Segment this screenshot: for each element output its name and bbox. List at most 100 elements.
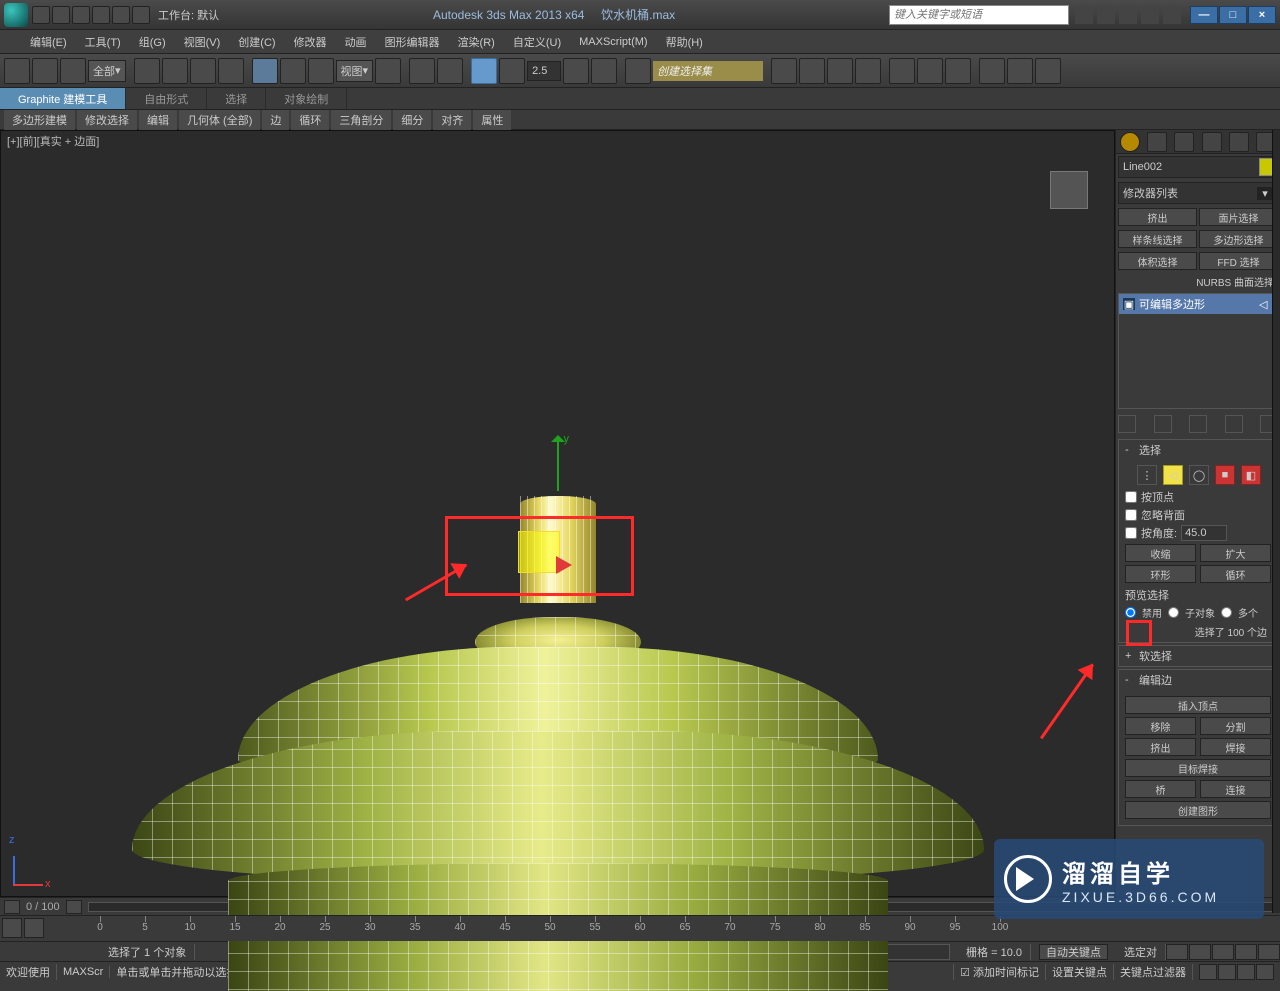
maximize-button[interactable]: □ — [1219, 6, 1247, 24]
chk-by-vertex[interactable] — [1125, 491, 1137, 503]
window-crossing-icon[interactable] — [218, 58, 244, 84]
ruler-track[interactable]: 0510152025303540455055606570758085909510… — [100, 916, 1280, 941]
viewport-label[interactable]: [+][前][真实 + 边面] — [7, 133, 99, 149]
selected-set-link[interactable]: 选定对 — [1116, 944, 1166, 960]
btn-loop[interactable]: 循环 — [1200, 565, 1271, 583]
autokey-button[interactable]: 自动关键点 — [1039, 944, 1108, 960]
remove-modifier-icon[interactable] — [1225, 415, 1243, 433]
mirror-icon[interactable] — [771, 58, 797, 84]
menu-modifiers[interactable]: 修改器 — [294, 34, 327, 50]
nurbs-surf-select-label[interactable]: NURBS 曲面选择 — [1116, 272, 1280, 291]
viewport[interactable]: [+][前][真实 + 边面] y z x — [0, 130, 1115, 897]
btn-poly-select[interactable]: 多边形选择 — [1199, 230, 1278, 248]
snap-toggle-icon[interactable] — [471, 58, 497, 84]
timeslider-next-icon[interactable] — [66, 900, 82, 914]
rsub-loop[interactable]: 循环 — [291, 110, 329, 130]
tab-display-icon[interactable] — [1229, 132, 1249, 152]
keyboard-shortcut-icon[interactable] — [437, 58, 463, 84]
angle-snap-value[interactable]: 2.5 — [527, 61, 561, 81]
rsub-tri[interactable]: 三角剖分 — [331, 110, 391, 130]
material-editor-icon[interactable] — [945, 58, 971, 84]
percent-snap-icon[interactable] — [563, 58, 589, 84]
rollout-soft-header[interactable]: +软选择 — [1119, 646, 1277, 666]
bind-spacewarp-icon[interactable] — [60, 58, 86, 84]
graphite-toggle-icon[interactable] — [855, 58, 881, 84]
maxscript-label[interactable]: MAXScr — [57, 966, 110, 978]
btn-bridge[interactable]: 桥 — [1125, 780, 1196, 798]
layers-icon[interactable] — [827, 58, 853, 84]
select-object-icon[interactable] — [134, 58, 160, 84]
menu-customize[interactable]: 自定义(U) — [513, 34, 561, 50]
rollout-edit-edges-header[interactable]: -编辑边 — [1119, 670, 1277, 690]
menu-views[interactable]: 视图(V) — [184, 34, 221, 50]
select-move-icon[interactable] — [252, 58, 278, 84]
prev-frame-icon[interactable] — [1189, 944, 1211, 960]
modifier-stack[interactable]: ▣ 可编辑多边形 ◁ — [1118, 293, 1278, 409]
named-selection-dropdown[interactable]: 创建选择集 — [653, 61, 763, 81]
btn-ring[interactable]: 环形 — [1125, 565, 1196, 583]
btn-face-select[interactable]: 面片选择 — [1199, 208, 1278, 226]
select-by-name-icon[interactable] — [162, 58, 188, 84]
select-link-icon[interactable] — [4, 58, 30, 84]
help-search-input[interactable] — [889, 5, 1069, 25]
curve-editor-icon[interactable] — [889, 58, 915, 84]
stack-expand-icon[interactable]: ▣ — [1123, 298, 1135, 310]
app-icon[interactable] — [4, 3, 28, 27]
btn-vol-select[interactable]: 体积选择 — [1118, 252, 1197, 270]
schematic-view-icon[interactable] — [917, 58, 943, 84]
pivot-center-icon[interactable] — [375, 58, 401, 84]
btn-shrink[interactable]: 收缩 — [1125, 544, 1196, 562]
rsub-align[interactable]: 对齐 — [433, 110, 471, 130]
rsub-geomall[interactable]: 几何体 (全部) — [179, 110, 260, 130]
qat-project-icon[interactable] — [132, 6, 150, 24]
btn-insert-vertex[interactable]: 插入顶点 — [1125, 696, 1271, 714]
menu-graph[interactable]: 图形编辑器 — [385, 34, 440, 50]
menu-render[interactable]: 渲染(R) — [458, 34, 495, 50]
btn-connect[interactable]: 连接 — [1200, 780, 1271, 798]
btn-remove[interactable]: 移除 — [1125, 717, 1196, 735]
object-name-field[interactable]: Line002 — [1118, 156, 1278, 178]
btn-create-shape[interactable]: 创建图形 — [1125, 801, 1271, 819]
stack-visibility-icon[interactable]: ◁ — [1259, 298, 1273, 311]
tab-freeform[interactable]: 自由形式 — [126, 88, 207, 109]
selection-filter-dropdown[interactable]: 全部 ▾ — [88, 60, 126, 82]
spinner-snap-icon[interactable] — [591, 58, 617, 84]
rect-region-icon[interactable] — [190, 58, 216, 84]
select-scale-icon[interactable] — [308, 58, 334, 84]
qat-open-icon[interactable] — [52, 6, 70, 24]
qat-undo-icon[interactable] — [92, 6, 110, 24]
edit-named-sel-icon[interactable] — [625, 58, 651, 84]
tab-modify-icon[interactable] — [1147, 132, 1167, 152]
menu-tools[interactable]: 工具(T) — [85, 34, 121, 50]
radio-preview-sub[interactable] — [1168, 607, 1179, 618]
btn-extrude[interactable]: 挤出 — [1118, 208, 1197, 226]
radio-preview-multi[interactable] — [1221, 607, 1232, 618]
set-key-button[interactable]: 设置关键点 — [1052, 964, 1107, 980]
chk-by-angle[interactable] — [1125, 527, 1137, 539]
minimize-button[interactable]: — — [1190, 6, 1218, 24]
modifier-list-dropdown[interactable]: 修改器列表 ▾ — [1118, 182, 1278, 204]
workspace-label[interactable]: 工作台: 默认 — [158, 7, 219, 23]
subscription-icon[interactable] — [1097, 6, 1115, 24]
menu-help[interactable]: 帮助(H) — [666, 34, 703, 50]
render-setup-icon[interactable] — [979, 58, 1005, 84]
btn-ffd-select[interactable]: FFD 选择 — [1199, 252, 1278, 270]
goto-end-icon[interactable] — [1258, 944, 1280, 960]
favorites-icon[interactable] — [1141, 6, 1159, 24]
menu-group[interactable]: 组(G) — [139, 34, 166, 50]
angle-snap-icon[interactable] — [499, 58, 525, 84]
btn-grow[interactable]: 扩大 — [1200, 544, 1271, 562]
menu-create[interactable]: 创建(C) — [238, 34, 275, 50]
timeslider-prev-icon[interactable] — [4, 900, 20, 914]
rsub-edge[interactable]: 边 — [262, 110, 289, 130]
btn-extrude-edge[interactable]: 挤出 — [1125, 738, 1196, 756]
close-button[interactable]: × — [1248, 6, 1276, 24]
next-frame-icon[interactable] — [1235, 944, 1257, 960]
show-end-result-icon[interactable] — [1154, 415, 1172, 433]
render-icon[interactable] — [1035, 58, 1061, 84]
key-filters-button[interactable]: 关键点过滤器 — [1114, 964, 1193, 980]
tab-hierarchy-icon[interactable] — [1174, 132, 1194, 152]
align-icon[interactable] — [799, 58, 825, 84]
rendered-frame-icon[interactable] — [1007, 58, 1033, 84]
tab-graphite[interactable]: Graphite 建模工具 — [0, 88, 126, 109]
